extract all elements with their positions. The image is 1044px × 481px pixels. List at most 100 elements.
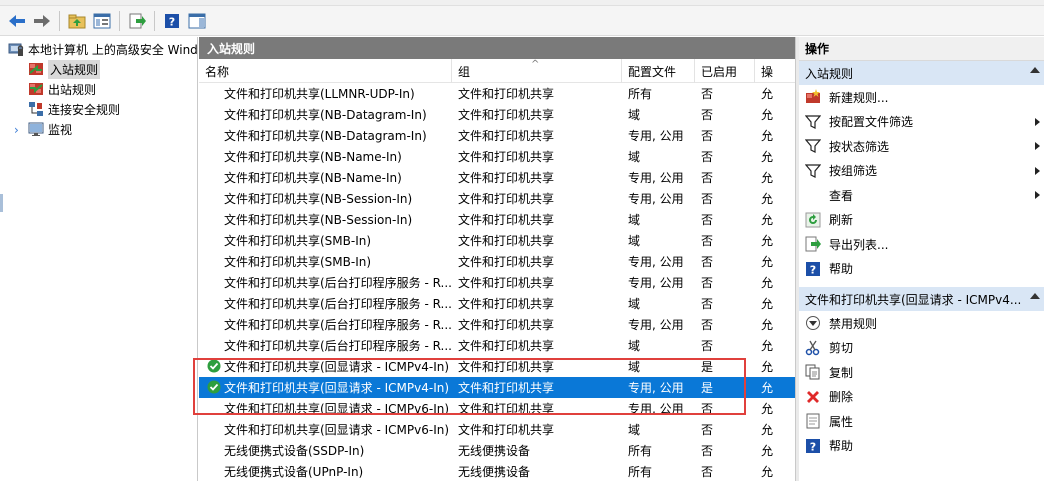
cell-action: 允: [761, 108, 774, 122]
help-icon: ?: [805, 261, 821, 277]
cell-enabled: 否: [701, 339, 714, 353]
actions-section-selected-rule[interactable]: 文件和打印机共享(回显请求 - ICMPv4...: [799, 287, 1044, 311]
rules-list: 文件和打印机共享(LLMNR-UDP-In) 文件和打印机共享 所有否允文件和打印机…: [199, 83, 795, 481]
sort-ascending-icon: ^: [531, 59, 540, 70]
collapse-up-icon[interactable]: [1030, 67, 1040, 73]
table-row[interactable]: 文件和打印机共享(NB-Session-In) 文件和打印机共享 域 否 允: [199, 209, 795, 230]
cell-action: 允: [761, 465, 774, 479]
table-row[interactable]: 无线便携式设备(SSDP-In) 无线便携设备 所有 否 允: [199, 440, 795, 461]
cell-group: 文件和打印机共享: [458, 339, 555, 353]
monitoring-icon: [28, 121, 44, 137]
svg-text:?: ?: [169, 15, 175, 28]
table-row[interactable]: 文件和打印机共享(LLMNR-UDP-In) 文件和打印机共享 所有 否 允: [199, 83, 795, 104]
disable-rule-icon: [805, 315, 821, 331]
action-item-label: 属性: [829, 414, 854, 429]
action-item-label: 禁用规则: [829, 316, 878, 331]
cell-enabled: 否: [701, 150, 714, 164]
cell-enabled: 是: [701, 381, 714, 395]
filter-icon: [805, 163, 821, 179]
tree-root[interactable]: 本地计算机 上的高级安全 Wind: [8, 39, 197, 59]
table-row[interactable]: 文件和打印机共享(SMB-In) 文件和打印机共享 域 否 允: [199, 230, 795, 251]
tree-item-inbound-rules[interactable]: 入站规则: [28, 59, 101, 79]
help-icon[interactable]: ?: [161, 10, 183, 32]
expand-chevron-icon[interactable]: ›: [14, 123, 24, 137]
submenu-arrow-icon: [1035, 142, 1040, 150]
column-header-name[interactable]: 名称: [199, 59, 452, 83]
table-row[interactable]: 文件和打印机共享(回显请求 - ICMPv4-In) 文件和打印机共享 专用, 公用…: [199, 377, 795, 398]
cell-enabled: 否: [701, 87, 714, 101]
cell-group: 文件和打印机共享: [458, 402, 555, 416]
action-item-label: 剪切: [829, 341, 854, 356]
collapse-up-icon[interactable]: [1030, 293, 1040, 299]
up-folder-icon[interactable]: [66, 10, 88, 32]
cell-action: 允: [761, 402, 774, 416]
cell-action: 允: [761, 87, 774, 101]
cell-group: 文件和打印机共享: [458, 171, 555, 185]
cell-action: 允: [761, 276, 774, 290]
cell-enabled: 否: [701, 402, 714, 416]
action-item-label: 新建规则...: [829, 90, 889, 105]
cell-action: 允: [761, 234, 774, 248]
actions-list-selected-rule: 禁用规则剪切复制删除属性 ? 帮助: [799, 311, 1044, 458]
table-row[interactable]: 文件和打印机共享(后台打印程序服务 - R... 文件和打印机共享 域 否 允: [199, 335, 795, 356]
tree-item-monitoring[interactable]: 监视: [28, 119, 72, 139]
svg-text:?: ?: [810, 440, 816, 453]
actions-section-inbound[interactable]: 入站规则: [799, 61, 1044, 85]
action-item[interactable]: 按组筛选: [799, 159, 1044, 184]
action-item[interactable]: 新建规则...: [799, 85, 1044, 110]
table-row[interactable]: 文件和打印机共享(NB-Session-In) 文件和打印机共享 专用, 公用 否 允: [199, 188, 795, 209]
forward-arrow-icon[interactable]: [31, 10, 53, 32]
action-item[interactable]: 按配置文件筛选: [799, 110, 1044, 135]
cell-profile: 域: [628, 234, 641, 248]
column-header-action[interactable]: 操: [755, 59, 795, 83]
table-row[interactable]: 文件和打印机共享(NB-Name-In) 文件和打印机共享 域 否 允: [199, 146, 795, 167]
table-row[interactable]: 文件和打印机共享(后台打印程序服务 - R... 文件和打印机共享 域 否 允: [199, 293, 795, 314]
show-hide-tree-icon[interactable]: [91, 10, 113, 32]
cell-group: 文件和打印机共享: [458, 150, 555, 164]
table-row[interactable]: 文件和打印机共享(回显请求 - ICMPv6-In) 文件和打印机共享 域 否 允: [199, 419, 795, 440]
action-item[interactable]: 导出列表...: [799, 232, 1044, 257]
cell-name: 文件和打印机共享(后台打印程序服务 - R...: [224, 276, 452, 290]
cell-enabled: 否: [701, 129, 714, 143]
action-item[interactable]: ? 帮助: [799, 434, 1044, 459]
table-row[interactable]: 文件和打印机共享(回显请求 - ICMPv6-In) 文件和打印机共享 专用, 公用…: [199, 398, 795, 419]
filter-icon: [805, 114, 821, 130]
action-item-label: 删除: [829, 390, 854, 405]
tree-item-connection-security[interactable]: 连接安全规则: [28, 99, 120, 119]
column-header-profile[interactable]: 配置文件: [622, 59, 695, 83]
table-row[interactable]: 文件和打印机共享(NB-Datagram-In) 文件和打印机共享 专用, 公用 否 允: [199, 125, 795, 146]
back-arrow-icon[interactable]: [6, 10, 28, 32]
cell-profile: 专用, 公用: [628, 381, 684, 395]
action-item[interactable]: 剪切: [799, 336, 1044, 361]
action-item[interactable]: 属性: [799, 409, 1044, 434]
table-row[interactable]: 无线便携式设备(UPnP-In) 无线便携设备 所有 否 允: [199, 461, 795, 481]
enabled-check-icon: [207, 380, 221, 394]
action-item[interactable]: 复制: [799, 360, 1044, 385]
cell-name: 文件和打印机共享(后台打印程序服务 - R...: [224, 339, 452, 353]
table-row[interactable]: 文件和打印机共享(后台打印程序服务 - R... 文件和打印机共享 专用, 公用 否 允: [199, 272, 795, 293]
table-row[interactable]: 文件和打印机共享(NB-Datagram-In) 文件和打印机共享 域 否 允: [199, 104, 795, 125]
action-item[interactable]: 查看: [799, 183, 1044, 208]
cell-profile: 域: [628, 423, 641, 437]
table-row[interactable]: 文件和打印机共享(回显请求 - ICMPv4-In) 文件和打印机共享 域 是 允: [199, 356, 795, 377]
table-row[interactable]: 文件和打印机共享(SMB-In) 文件和打印机共享 专用, 公用 否 允: [199, 251, 795, 272]
cell-group: 文件和打印机共享: [458, 255, 555, 269]
action-item[interactable]: 刷新: [799, 208, 1044, 233]
action-item[interactable]: 禁用规则: [799, 311, 1044, 336]
cell-group: 文件和打印机共享: [458, 108, 555, 122]
tree-item-outbound-rules[interactable]: 出站规则: [28, 79, 96, 99]
delete-icon: [805, 389, 821, 405]
action-item[interactable]: 按状态筛选: [799, 134, 1044, 159]
table-row[interactable]: 文件和打印机共享(后台打印程序服务 - R... 文件和打印机共享 专用, 公用 否 允: [199, 314, 795, 335]
cell-name: 文件和打印机共享(NB-Name-In): [224, 171, 402, 185]
column-header-enabled[interactable]: 已启用: [695, 59, 755, 83]
cell-group: 无线便携设备: [458, 465, 531, 479]
cell-profile: 所有: [628, 444, 653, 458]
table-row[interactable]: 文件和打印机共享(NB-Name-In) 文件和打印机共享 专用, 公用 否 允: [199, 167, 795, 188]
enabled-check-icon: [207, 359, 221, 373]
action-item[interactable]: ? 帮助: [799, 257, 1044, 282]
action-item[interactable]: 删除: [799, 385, 1044, 410]
cell-profile: 域: [628, 213, 641, 227]
action-pane-icon[interactable]: [186, 10, 208, 32]
export-icon[interactable]: [126, 10, 148, 32]
